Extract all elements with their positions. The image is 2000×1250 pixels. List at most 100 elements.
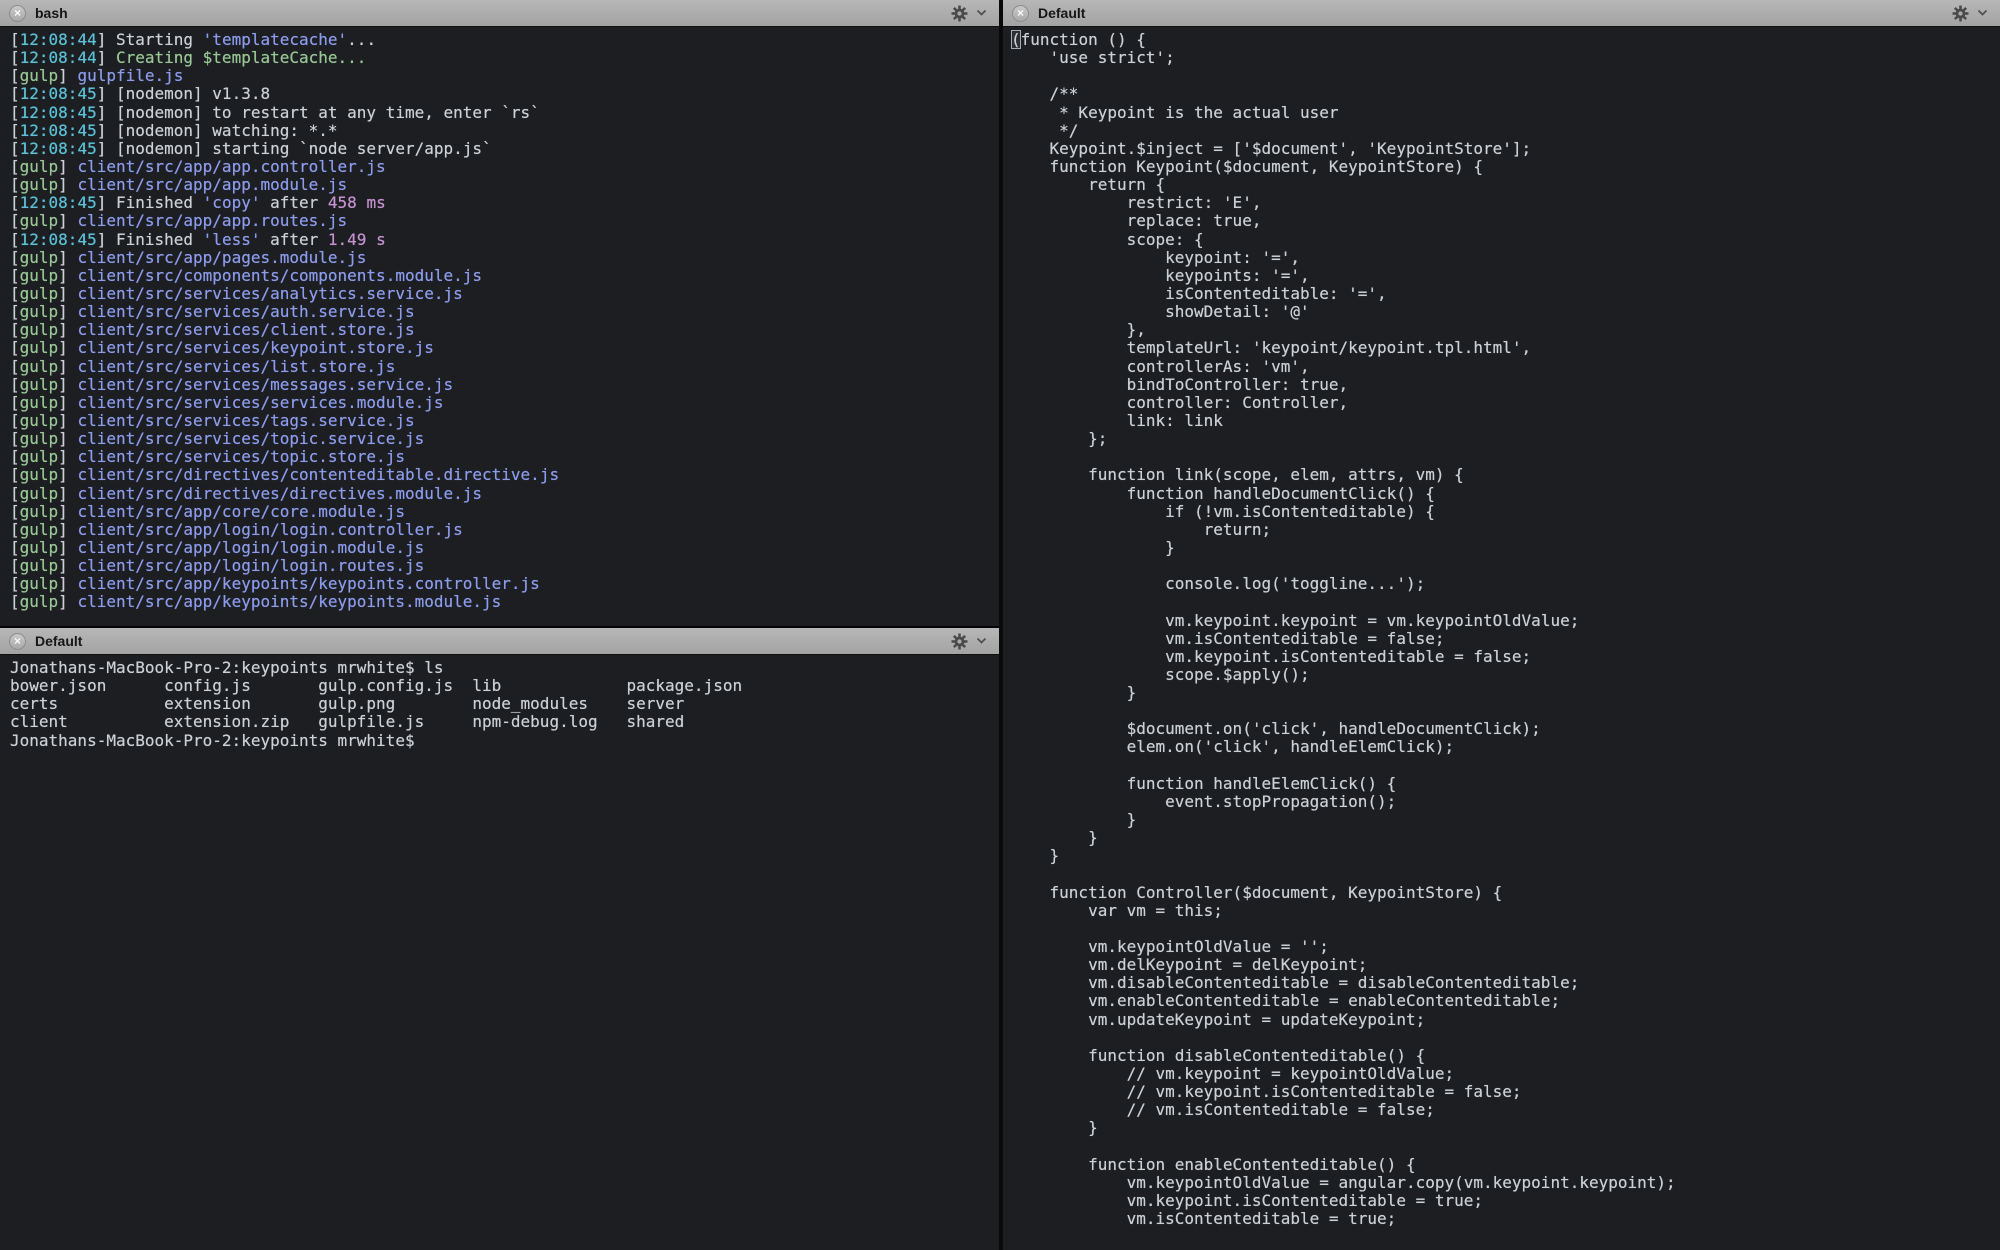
pane-bash-header: × bash — [0, 0, 999, 27]
terminal-line: link: link — [1011, 410, 1223, 430]
pane-title: Default — [1038, 5, 1086, 21]
pane-title: Default — [35, 633, 83, 649]
terminal-line: // vm.isContenteditable = false; — [1011, 1100, 1435, 1120]
terminal-line: * Keypoint is the actual user — [1011, 102, 1339, 122]
terminal-line: } — [1011, 810, 1137, 830]
terminal-line: }, — [1011, 320, 1146, 340]
terminal-line: [gulp] client/src/services/tags.service.… — [10, 410, 415, 430]
code-terminal-output[interactable]: (function () { 'use strict'; /** * Keypo… — [1003, 27, 2000, 1250]
terminal-line: client extension.zip gulpfile.js npm-deb… — [10, 712, 685, 732]
terminal-line: [gulp] client/src/services/analytics.ser… — [10, 283, 463, 303]
terminal-line: /** — [1011, 84, 1079, 104]
settings-gear-icon[interactable] — [951, 5, 968, 22]
settings-gear-icon[interactable] — [1952, 5, 1969, 22]
terminal-line: certs extension gulp.png node_modules se… — [10, 694, 685, 714]
terminal-line: */ — [1011, 120, 1079, 140]
terminal-line: vm.updateKeypoint = updateKeypoint; — [1011, 1009, 1426, 1029]
terminal-line: } — [1011, 1118, 1098, 1138]
terminal-line: vm.isContenteditable = true; — [1011, 1209, 1397, 1229]
terminal-line: function enableContenteditable() { — [1011, 1154, 1416, 1174]
terminal-line: function handleDocumentClick() { — [1011, 483, 1435, 503]
terminal-line: function Keypoint($document, KeypointSto… — [1011, 156, 1484, 176]
terminal-line: scope.$apply(); — [1011, 664, 1310, 684]
terminal-line: bower.json config.js gulp.config.js lib … — [10, 676, 743, 696]
terminal-line: [gulp] client/src/app/app.controller.js — [10, 156, 386, 176]
terminal-line: var vm = this; — [1011, 900, 1223, 920]
pane-title: bash — [35, 5, 68, 21]
shell-terminal-output[interactable]: Jonathans-MacBook-Pro-2:keypoints mrwhit… — [0, 655, 999, 1250]
chevron-down-icon[interactable] — [1977, 9, 1988, 17]
settings-gear-icon[interactable] — [951, 633, 968, 650]
close-pane-icon[interactable]: × — [9, 632, 26, 650]
terminal-line: vm.disableContenteditable = disableConte… — [1011, 973, 1580, 993]
terminal-line: function disableContenteditable() { — [1011, 1045, 1426, 1065]
terminal-line: return; — [1011, 519, 1272, 539]
pane-code-header: × Default — [1003, 0, 2000, 27]
right-split-column: × Default (function () {'use strict'; /… — [1003, 0, 2000, 1250]
terminal-line: return { — [1011, 175, 1166, 195]
terminal-line: function handleElemClick() { — [1011, 773, 1397, 793]
terminal-line: keypoints: '=', — [1011, 265, 1310, 285]
terminal-line: [12:08:45] Finished 'copy' after 458 ms — [10, 193, 386, 213]
terminal-line: [12:08:44] Starting 'templatecache'... — [10, 30, 377, 49]
chevron-down-icon[interactable] — [976, 637, 987, 645]
terminal-line: vm.keypoint.isContenteditable = false; — [1011, 646, 1532, 666]
terminal-line: vm.keypointOldValue = angular.copy(vm.ke… — [1011, 1172, 1676, 1192]
terminal-line: vm.isContenteditable = false; — [1011, 628, 1445, 648]
terminal-line: controllerAs: 'vm', — [1011, 356, 1310, 376]
terminal-line: // vm.keypoint = keypointOldValue; — [1011, 1064, 1455, 1084]
terminal-line: vm.keypoint.keypoint = vm.keypointOldVal… — [1011, 610, 1580, 630]
close-pane-icon[interactable]: × — [1012, 4, 1029, 22]
terminal-line: scope: { — [1011, 229, 1204, 249]
text-cursor: ( — [1011, 30, 1021, 49]
terminal-line: [gulp] client/src/services/list.store.js — [10, 356, 396, 376]
terminal-line: [gulp] client/src/app/keypoints/keypoint… — [10, 592, 502, 612]
terminal-line: Keypoint.$inject = ['$document', 'Keypoi… — [1011, 138, 1532, 158]
terminal-line: [gulp] client/src/services/client.store.… — [10, 320, 415, 340]
terminal-line: vm.keypointOldValue = ''; — [1011, 937, 1329, 957]
left-split-column: × bash [12:08:44] Starting 'templatecach… — [0, 0, 999, 1250]
terminal-line: [gulp] client/src/app/login/login.routes… — [10, 556, 425, 576]
terminal-line: if (!vm.isContenteditable) { — [1011, 501, 1435, 521]
terminal-line: [gulp] client/src/services/messages.serv… — [10, 374, 454, 394]
terminal-line: vm.delKeypoint = delKeypoint; — [1011, 955, 1368, 975]
terminal-line: Jonathans-MacBook-Pro-2:keypoints mrwhit… — [10, 658, 444, 677]
terminal-line: isContenteditable: '=', — [1011, 283, 1387, 303]
terminal-window: × bash [12:08:44] Starting 'templatecach… — [0, 0, 2000, 1250]
terminal-line: [gulp] client/src/services/topic.store.j… — [10, 447, 405, 467]
pane-shell-header: × Default — [0, 626, 999, 655]
close-pane-icon[interactable]: × — [9, 4, 26, 22]
pane-shell: × Default Jonathans-MacBook-Pro-2:keypoi… — [0, 626, 999, 1250]
pane-header-actions — [951, 633, 987, 650]
terminal-line: [12:08:45] [nodemon] v1.3.8 — [10, 84, 271, 104]
terminal-line: showDetail: '@' — [1011, 302, 1310, 322]
terminal-line: [12:08:45] [nodemon] to restart at any t… — [10, 102, 540, 122]
terminal-line: [gulp] client/src/directives/directives.… — [10, 483, 483, 503]
terminal-line: } — [1011, 683, 1137, 703]
terminal-line: // vm.keypoint.isContenteditable = false… — [1011, 1082, 1522, 1102]
terminal-line: [12:08:45] [nodemon] watching: *.* — [10, 120, 338, 140]
terminal-line: keypoint: '=', — [1011, 247, 1300, 267]
bash-terminal-output[interactable]: [12:08:44] Starting 'templatecache'... [1… — [0, 27, 999, 626]
terminal-line: event.stopPropagation(); — [1011, 791, 1397, 811]
terminal-line: [gulp] client/src/app/keypoints/keypoint… — [10, 574, 540, 594]
terminal-line: vm.enableContenteditable = enableContent… — [1011, 991, 1561, 1011]
terminal-line: function Controller($document, KeypointS… — [1011, 882, 1503, 902]
terminal-line: $document.on('click', handleDocumentClic… — [1011, 719, 1541, 739]
terminal-line: [gulp] client/src/app/core/core.module.j… — [10, 501, 405, 521]
terminal-line: [gulp] client/src/app/pages.module.js — [10, 247, 367, 267]
terminal-line: replace: true, — [1011, 211, 1262, 231]
terminal-line: [12:08:44] Creating $templateCache... — [10, 48, 367, 68]
terminal-line: elem.on('click', handleElemClick); — [1011, 737, 1455, 757]
pane-header-actions — [951, 5, 987, 22]
terminal-line: [gulp] client/src/services/topic.service… — [10, 429, 425, 449]
terminal-line: console.log('toggline...'); — [1011, 574, 1426, 594]
chevron-down-icon[interactable] — [976, 9, 987, 17]
